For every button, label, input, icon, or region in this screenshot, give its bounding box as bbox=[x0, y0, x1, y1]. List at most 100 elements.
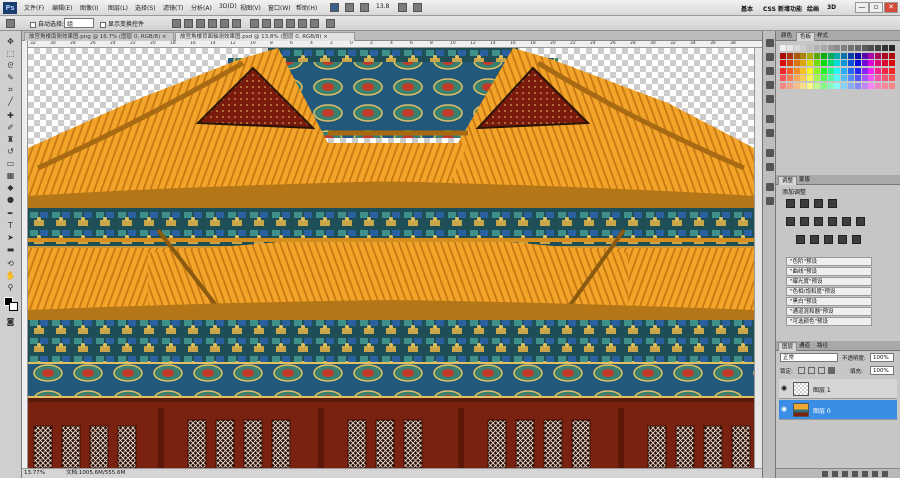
color-swatch[interactable] bbox=[854, 52, 861, 59]
color-swatch[interactable] bbox=[882, 82, 888, 89]
tab-adjustments[interactable]: 调整 bbox=[778, 176, 798, 185]
color-swatch[interactable] bbox=[888, 60, 895, 66]
quick-select-tool-icon[interactable]: ✎ bbox=[5, 73, 16, 82]
color-swatch[interactable] bbox=[848, 67, 854, 74]
move-tool-icon[interactable] bbox=[6, 19, 15, 28]
marquee-tool-icon[interactable]: ⬚ bbox=[5, 49, 16, 58]
color-swatch[interactable] bbox=[786, 82, 793, 89]
workspace-basic[interactable]: 基本 bbox=[741, 4, 753, 13]
color-swatch[interactable] bbox=[827, 67, 834, 74]
color-swatch[interactable] bbox=[800, 82, 807, 89]
lock-transparent-icon[interactable] bbox=[798, 367, 805, 374]
dodge-tool-icon[interactable]: ● bbox=[5, 195, 16, 204]
color-swatch[interactable] bbox=[807, 52, 814, 59]
preset-exposure[interactable]: "曝光度"预设 bbox=[786, 277, 872, 286]
clone-source-panel-icon[interactable] bbox=[766, 129, 774, 137]
color-swatch[interactable] bbox=[780, 75, 786, 81]
color-swatch[interactable] bbox=[882, 75, 888, 81]
tab-styles[interactable]: 样式 bbox=[814, 32, 831, 41]
color-swatch[interactable] bbox=[793, 75, 800, 81]
color-swatch[interactable] bbox=[807, 82, 814, 89]
healing-brush-tool-icon[interactable]: ✚ bbox=[5, 111, 16, 120]
quick-mask-icon[interactable]: ◙ bbox=[5, 317, 16, 326]
color-swatch[interactable] bbox=[848, 52, 854, 59]
color-swatch[interactable] bbox=[888, 75, 895, 81]
color-swatch[interactable] bbox=[814, 82, 820, 89]
3d-rotate-tool-icon[interactable]: ⟲ bbox=[5, 259, 16, 268]
brush-panel-icon[interactable] bbox=[766, 115, 774, 123]
minibridge-icon[interactable] bbox=[345, 3, 354, 12]
color-swatch[interactable] bbox=[800, 75, 807, 81]
color-swatch[interactable] bbox=[780, 52, 786, 59]
vibrance-icon[interactable] bbox=[786, 217, 795, 226]
tab-layers[interactable]: 图层 bbox=[778, 342, 798, 351]
info-panel-icon[interactable] bbox=[766, 81, 774, 89]
posterize-icon[interactable] bbox=[810, 235, 819, 244]
actions-panel-icon[interactable] bbox=[766, 53, 774, 61]
eraser-tool-icon[interactable]: ▭ bbox=[5, 159, 16, 168]
tab-paths[interactable]: 路径 bbox=[814, 342, 831, 351]
pen-tool-icon[interactable]: ✒ bbox=[5, 209, 16, 218]
screen-mode-icon[interactable] bbox=[413, 3, 422, 12]
path-select-tool-icon[interactable]: ➤ bbox=[5, 233, 16, 242]
color-swatch[interactable] bbox=[854, 67, 861, 74]
workspace-3d[interactable]: 3D bbox=[827, 4, 836, 11]
threshold-icon[interactable] bbox=[824, 235, 833, 244]
channel-mixer-icon[interactable] bbox=[856, 217, 865, 226]
color-swatch[interactable] bbox=[854, 75, 861, 81]
preset-channel-mixer[interactable]: "通道混和器"预设 bbox=[786, 307, 872, 316]
color-swatch[interactable] bbox=[820, 82, 827, 89]
lock-position-icon[interactable] bbox=[818, 367, 825, 374]
tab-masks[interactable]: 蒙版 bbox=[796, 176, 813, 185]
color-swatch[interactable] bbox=[854, 45, 861, 51]
color-swatch[interactable] bbox=[841, 45, 848, 51]
menu-layer[interactable]: 图层(L) bbox=[108, 3, 128, 12]
align-left-icon[interactable] bbox=[208, 19, 217, 28]
type-tool-icon[interactable]: T bbox=[5, 221, 16, 230]
color-swatch[interactable] bbox=[780, 60, 786, 66]
color-swatch[interactable] bbox=[807, 67, 814, 74]
trash-icon[interactable] bbox=[882, 471, 888, 477]
align-vcenter-icon[interactable] bbox=[184, 19, 193, 28]
color-swatch[interactable] bbox=[793, 52, 800, 59]
distribute-right-icon[interactable] bbox=[310, 19, 319, 28]
color-swatch[interactable] bbox=[793, 60, 800, 66]
color-swatch[interactable] bbox=[868, 52, 875, 59]
color-swatch[interactable] bbox=[848, 60, 854, 66]
color-swatch[interactable] bbox=[861, 52, 868, 59]
3d-panel-icon[interactable] bbox=[766, 183, 774, 191]
gradient-map-icon[interactable] bbox=[838, 235, 847, 244]
color-swatch[interactable] bbox=[861, 67, 868, 74]
color-swatch[interactable] bbox=[834, 60, 841, 66]
color-swatch[interactable] bbox=[854, 60, 861, 66]
minimize-button[interactable]: — bbox=[855, 2, 869, 13]
tab-channels[interactable]: 通道 bbox=[796, 342, 813, 351]
color-swatch[interactable] bbox=[861, 60, 868, 66]
masks-panel-icon[interactable] bbox=[766, 197, 774, 205]
gradient-tool-icon[interactable]: ▦ bbox=[5, 171, 16, 180]
color-swatch[interactable] bbox=[841, 75, 848, 81]
hand-icon[interactable] bbox=[360, 3, 369, 12]
color-swatch[interactable] bbox=[848, 45, 854, 51]
color-swatch[interactable] bbox=[861, 82, 868, 89]
auto-select-checkbox[interactable] bbox=[30, 21, 36, 28]
arrange-docs-icon[interactable] bbox=[398, 3, 407, 12]
layer-style-icon[interactable] bbox=[832, 471, 838, 477]
color-balance-icon[interactable] bbox=[814, 217, 823, 226]
color-swatch[interactable] bbox=[834, 67, 841, 74]
zoom-readout[interactable]: 13.8 bbox=[376, 3, 389, 10]
color-swatch[interactable] bbox=[875, 45, 882, 51]
color-swatch[interactable] bbox=[888, 82, 895, 89]
tab-swatches[interactable]: 色板 bbox=[796, 32, 816, 41]
eyedropper-tool-icon[interactable]: ╱ bbox=[5, 97, 16, 106]
color-swatch[interactable] bbox=[786, 75, 793, 81]
crop-tool-icon[interactable]: ⌗ bbox=[5, 85, 16, 94]
menu-window[interactable]: 窗口(W) bbox=[268, 3, 291, 12]
align-bottom-icon[interactable] bbox=[196, 19, 205, 28]
hand-tool-icon[interactable]: ✋ bbox=[5, 271, 16, 280]
color-swatch[interactable] bbox=[780, 82, 786, 89]
navigator-panel-icon[interactable] bbox=[766, 67, 774, 75]
restore-button[interactable]: ▫ bbox=[869, 2, 883, 13]
color-swatch[interactable] bbox=[827, 60, 834, 66]
menu-file[interactable]: 文件(F) bbox=[24, 3, 44, 12]
